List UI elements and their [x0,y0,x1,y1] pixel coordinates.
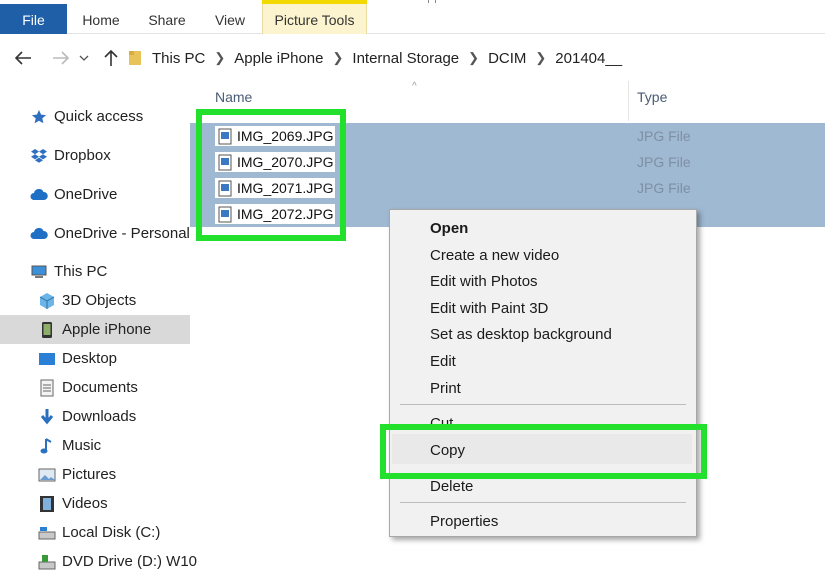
highlight-box-copy [380,424,707,479]
breadcrumb-apple-iphone[interactable]: Apple iPhone [234,50,323,67]
navigation-pane: Quick access Dropbox OneDrive OneDrive -… [0,81,197,575]
tab-file[interactable]: File [0,4,67,34]
menu-item-edit-with-photos[interactable]: Edit with Photos [430,273,538,290]
window-control-fragment [428,0,436,3]
menu-item-edit-with-paint-3d[interactable]: Edit with Paint 3D [430,300,548,317]
context-menu: Open Create a new video Edit with Photos… [389,209,697,537]
dvd-icon [38,553,56,571]
tab-share[interactable]: Share [136,0,198,34]
breadcrumb-dcim[interactable]: DCIM [488,50,526,67]
sidebar-item-onedrive[interactable]: OneDrive [0,180,190,209]
sidebar-item-onedrive-personal[interactable]: OneDrive - Personal [0,219,190,248]
breadcrumb-separator-icon[interactable]: ❯ [535,50,546,66]
dropbox-icon [30,147,48,165]
breadcrumb-separator-icon[interactable]: ❯ [468,50,479,66]
navigation-bar: This PC ❯ Apple iPhone ❯ Internal Storag… [0,35,825,81]
sidebar-item-label: DVD Drive (D:) W10 [62,553,198,570]
breadcrumb-internal-storage[interactable]: Internal Storage [352,50,459,67]
breadcrumb-separator-icon[interactable]: ❯ [333,50,344,66]
sidebar-item-3d-objects[interactable]: 3D Objects [0,286,190,315]
sidebar-item-apple-iphone[interactable]: Apple iPhone [0,315,190,344]
breadcrumb-this-pc[interactable]: This PC [152,50,205,67]
back-arrow-icon[interactable] [10,45,36,71]
ribbon: File Home Share View Picture Tools [0,0,825,34]
sidebar-item-label: This PC [54,263,108,280]
music-icon [38,437,56,455]
sidebar-item-label: OneDrive [54,186,118,203]
menu-item-print[interactable]: Print [430,380,461,397]
star-icon [30,108,48,126]
forward-arrow-icon[interactable] [48,45,74,71]
sidebar-item-label: Videos [62,495,108,512]
sidebar-item-label: Music [62,437,102,454]
sidebar-item-label: Quick access [54,108,144,125]
sidebar-item-dropbox[interactable]: Dropbox [0,141,190,170]
sidebar-item-label: Local Disk (C:) [62,524,161,541]
sidebar-item-label: Documents [62,379,138,396]
phone-icon [38,321,56,339]
sidebar-item-label: OneDrive - Personal [54,225,190,242]
breadcrumb-current-folder[interactable]: 201404__ [555,50,622,67]
file-type: JPG File [637,154,691,170]
menu-item-properties[interactable]: Properties [430,513,498,530]
breadcrumb-separator-icon[interactable]: ❯ [214,50,225,66]
picture-tools-accent [262,0,367,4]
sidebar-item-pictures[interactable]: Pictures [0,460,190,489]
menu-item-delete[interactable]: Delete [430,478,473,495]
column-divider[interactable] [628,81,629,121]
up-arrow-icon[interactable] [98,45,124,71]
sidebar-item-desktop[interactable]: Desktop [0,344,190,373]
tab-picture-tools[interactable]: Picture Tools [262,0,367,34]
column-header-type[interactable]: Type [637,89,667,105]
cube-icon [38,292,56,310]
film-icon [38,495,56,513]
breadcrumb[interactable]: This PC ❯ Apple iPhone ❯ Internal Storag… [128,43,622,73]
file-type: JPG File [637,180,691,196]
sidebar-item-label: Desktop [62,350,118,367]
sidebar-item-label: Dropbox [54,147,111,164]
sidebar-item-dvd-drive[interactable]: DVD Drive (D:) W10 [0,547,197,575]
sidebar-item-label: Downloads [62,408,137,425]
tab-home[interactable]: Home [68,0,134,34]
recent-locations-chevron-icon[interactable] [77,45,91,71]
sidebar-item-quick-access[interactable]: Quick access [0,102,190,131]
sidebar-item-videos[interactable]: Videos [0,489,190,518]
menu-item-set-desktop-background[interactable]: Set as desktop background [430,326,612,343]
disk-icon [38,524,56,542]
tab-view[interactable]: View [200,0,260,34]
sidebar-item-this-pc[interactable]: This PC [0,257,190,286]
highlight-box-files [196,109,346,241]
menu-item-create-video[interactable]: Create a new video [430,247,559,264]
cloud-icon [30,225,48,243]
sidebar-item-music[interactable]: Music [0,431,190,460]
computer-icon [30,263,48,281]
cloud-icon [30,186,48,204]
picture-icon [38,466,56,484]
menu-separator [400,502,686,503]
sidebar-item-label: 3D Objects [62,292,137,309]
sidebar-item-documents[interactable]: Documents [0,373,190,402]
menu-item-open[interactable]: Open [430,220,468,237]
document-icon [38,379,56,397]
sidebar-item-label: Pictures [62,466,117,483]
sidebar-item-downloads[interactable]: Downloads [0,402,190,431]
folder-icon [129,51,141,65]
column-header-name[interactable]: Name [215,89,252,105]
desktop-icon [38,350,56,368]
menu-item-edit[interactable]: Edit [430,353,456,370]
file-type: JPG File [637,128,691,144]
sidebar-item-local-disk[interactable]: Local Disk (C:) [0,518,190,547]
sidebar-item-label: Apple iPhone [62,321,152,338]
download-icon [38,408,56,426]
menu-separator [400,404,686,405]
sort-ascending-icon: ^ [412,81,417,92]
